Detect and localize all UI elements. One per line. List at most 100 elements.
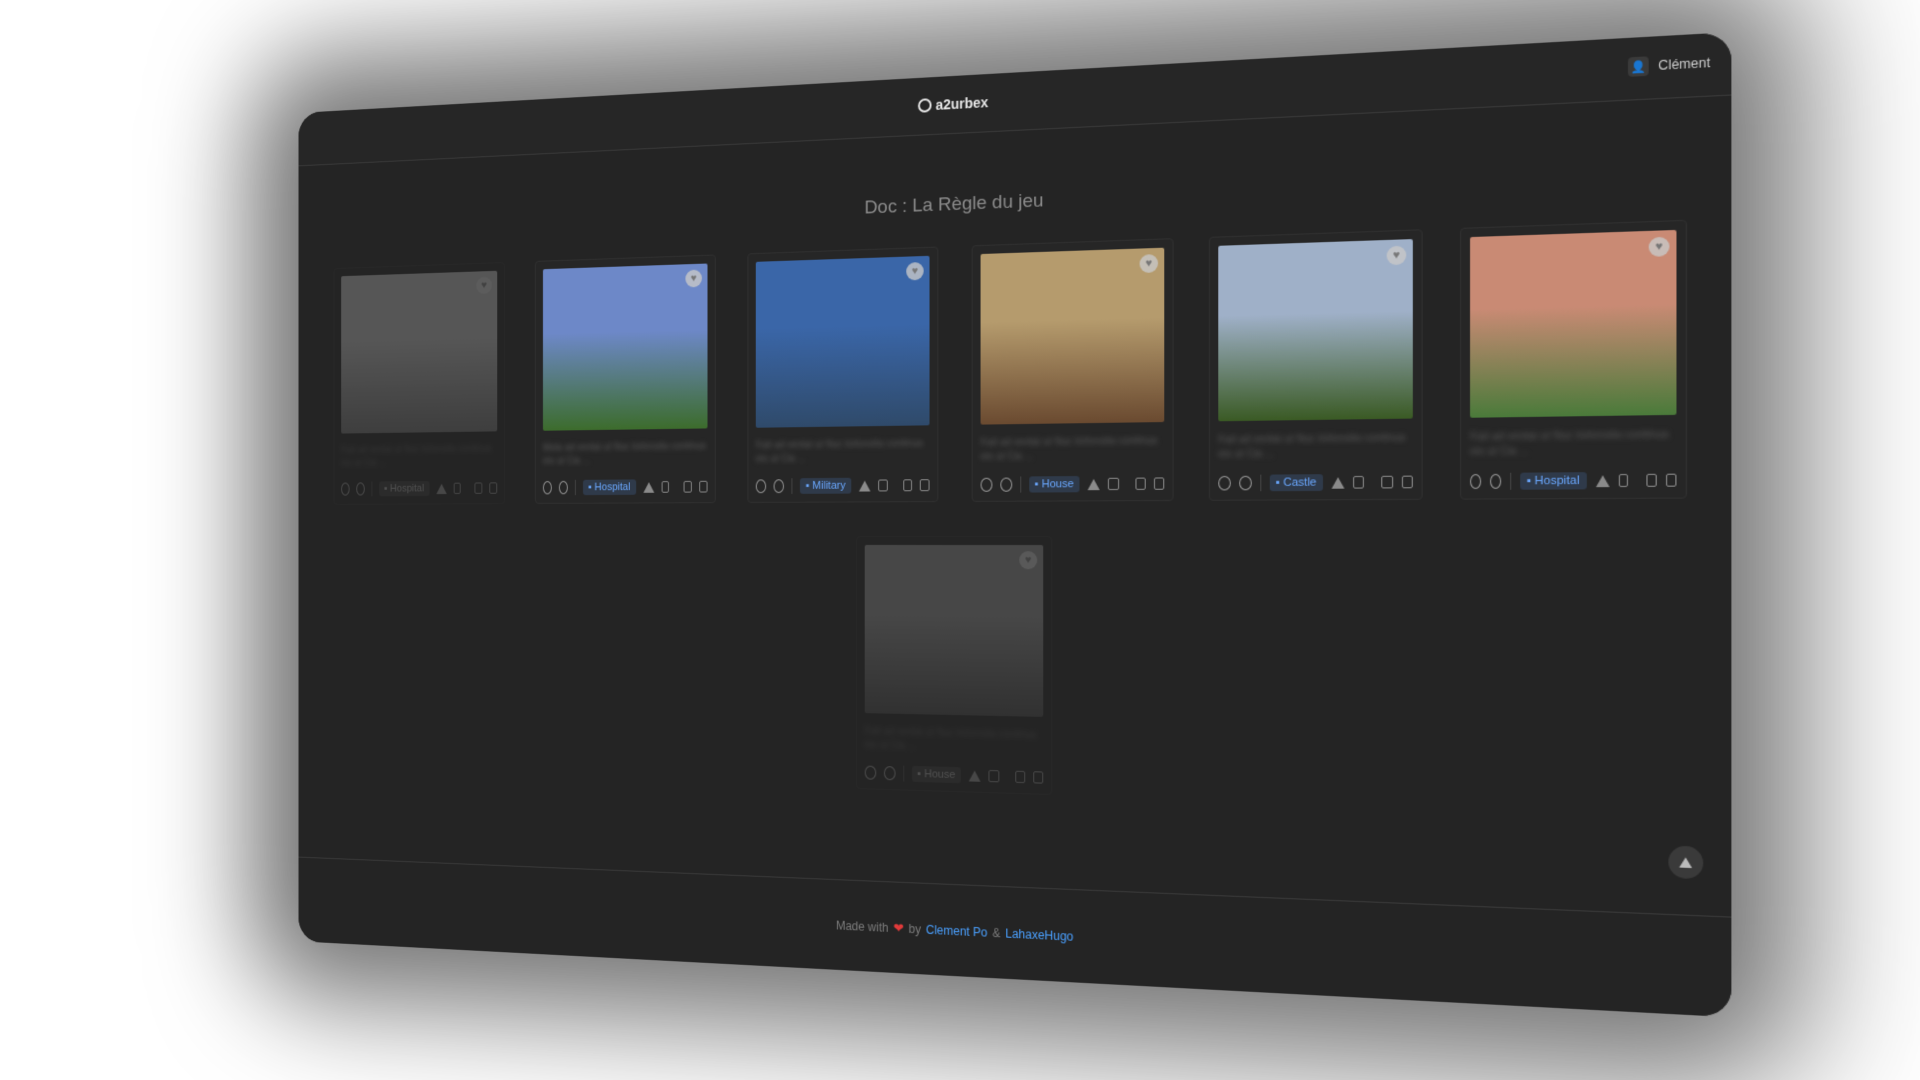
- place-description: Fait ad ventai ut Nuc lorlonsita continu…: [1218, 431, 1413, 464]
- author-link-1[interactable]: Clement Po: [926, 922, 988, 939]
- topbar: a2urbex 👤 Clément: [299, 32, 1732, 166]
- checkbox-icon[interactable]: [661, 481, 669, 493]
- divider: [1260, 475, 1261, 492]
- card-actions: ▪ Hospital: [543, 479, 708, 495]
- edit-icon[interactable]: [903, 479, 912, 491]
- card-actions: ▪ House: [865, 765, 1044, 786]
- edit-icon[interactable]: [475, 482, 483, 493]
- place-card[interactable]: ♥ Mola ad ventai ut Nuc lorlonsita contin…: [535, 254, 716, 503]
- warning-icon[interactable]: [969, 770, 981, 781]
- category-tag[interactable]: ▪ House: [1029, 476, 1080, 493]
- checkbox-icon[interactable]: [989, 770, 999, 782]
- category-icon: ▪: [588, 482, 592, 493]
- favorite-heart-icon[interactable]: ♥: [685, 270, 702, 288]
- trash-icon[interactable]: [1402, 476, 1413, 489]
- card-grid-row-2: ♥ Fait ad ventai ut Nuc lorlonsita contin…: [299, 536, 1732, 816]
- edit-icon[interactable]: [1135, 478, 1146, 490]
- map-button[interactable]: ⛰: [1668, 845, 1703, 879]
- place-card[interactable]: ♥ Fait ad ventai ut Nuc lorlonsita contin…: [334, 262, 506, 505]
- checkbox-icon[interactable]: [1353, 476, 1364, 489]
- globe-icon[interactable]: [1239, 476, 1252, 491]
- pin-icon[interactable]: [865, 766, 876, 780]
- category-icon: ▪: [917, 768, 921, 780]
- edit-icon[interactable]: [1015, 771, 1025, 783]
- pin-icon[interactable]: [1470, 474, 1481, 489]
- card-grid: ♥ Fait ad ventai ut Nuc lorlonsita contin…: [334, 220, 1687, 505]
- divider: [792, 478, 793, 494]
- divider: [1510, 473, 1511, 490]
- globe-icon[interactable]: [356, 482, 365, 495]
- place-image[interactable]: ♥: [981, 248, 1165, 425]
- globe-icon[interactable]: [1000, 478, 1012, 492]
- trash-icon[interactable]: [1033, 771, 1043, 783]
- user-menu[interactable]: 👤 Clément: [1628, 53, 1710, 77]
- pin-icon[interactable]: [543, 481, 552, 494]
- place-card[interactable]: ♥ Fait ad ventai ut Nuc lorlonsita contin…: [1460, 220, 1687, 500]
- logo[interactable]: a2urbex: [918, 94, 988, 114]
- place-image[interactable]: ♥: [756, 256, 930, 428]
- place-image[interactable]: ♥: [1470, 230, 1676, 418]
- divider: [575, 480, 576, 495]
- place-card[interactable]: ♥ Fait ad ventai ut Nuc lorlonsita contin…: [856, 536, 1052, 795]
- card-actions: ▪ House: [981, 475, 1165, 492]
- place-card[interactable]: ♥ Fait ad ventai ut Nuc lorlonsita contin…: [1209, 229, 1423, 501]
- category-label: Hospital: [390, 483, 424, 494]
- pin-icon[interactable]: [341, 483, 350, 496]
- checkbox-icon[interactable]: [453, 483, 461, 494]
- trash-icon[interactable]: [1666, 474, 1676, 487]
- category-tag[interactable]: ▪ Military: [800, 478, 851, 494]
- warning-icon[interactable]: [1595, 475, 1609, 487]
- favorite-heart-icon[interactable]: ♥: [476, 277, 492, 294]
- category-tag[interactable]: ▪ Hospital: [379, 481, 429, 496]
- favorite-heart-icon[interactable]: ♥: [1019, 551, 1037, 569]
- category-label: House: [924, 768, 955, 781]
- category-label: Castle: [1283, 476, 1316, 489]
- place-card[interactable]: ♥ Fait ad ventai ut Nuc lorlonsita contin…: [747, 247, 938, 503]
- trash-icon[interactable]: [699, 481, 707, 493]
- globe-icon[interactable]: [884, 766, 895, 780]
- place-image[interactable]: ♥: [1218, 239, 1413, 421]
- globe-icon[interactable]: [774, 479, 785, 493]
- category-icon: ▪: [1035, 478, 1039, 490]
- edit-icon[interactable]: [1647, 474, 1657, 487]
- globe-icon[interactable]: [1490, 474, 1501, 489]
- category-tag[interactable]: ▪ House: [912, 766, 962, 783]
- footer-by: by: [909, 921, 921, 936]
- trash-icon[interactable]: [490, 482, 498, 493]
- trash-icon[interactable]: [1154, 477, 1165, 489]
- category-label: Hospital: [1535, 474, 1580, 487]
- favorite-heart-icon[interactable]: ♥: [1140, 254, 1159, 273]
- warning-icon[interactable]: [643, 482, 654, 493]
- warning-icon[interactable]: [436, 483, 446, 493]
- pin-icon[interactable]: [1218, 476, 1231, 491]
- place-image[interactable]: ♥: [543, 264, 708, 431]
- divider: [1020, 476, 1021, 492]
- author-link-2[interactable]: LahaxeHugo: [1005, 926, 1073, 943]
- favorite-heart-icon[interactable]: ♥: [906, 262, 923, 280]
- divider: [903, 766, 904, 782]
- trash-icon[interactable]: [920, 479, 929, 491]
- user-icon: 👤: [1628, 56, 1649, 77]
- warning-icon[interactable]: [1332, 477, 1345, 489]
- card-actions: ▪ Castle: [1218, 473, 1413, 491]
- pin-icon[interactable]: [981, 478, 993, 492]
- checkbox-icon[interactable]: [878, 479, 887, 491]
- category-tag[interactable]: ▪ Hospital: [583, 479, 636, 495]
- favorite-heart-icon[interactable]: ♥: [1649, 237, 1670, 257]
- place-description: Mola ad ventai ut Nuc lorlonsita continu…: [543, 440, 708, 471]
- place-image[interactable]: ♥: [341, 271, 497, 434]
- card-actions: ▪ Military: [756, 477, 930, 494]
- warning-icon[interactable]: [859, 480, 871, 491]
- edit-icon[interactable]: [684, 481, 692, 493]
- checkbox-icon[interactable]: [1618, 474, 1628, 487]
- checkbox-icon[interactable]: [1108, 478, 1118, 490]
- favorite-heart-icon[interactable]: ♥: [1387, 246, 1407, 266]
- place-image[interactable]: ♥: [865, 545, 1044, 717]
- category-tag[interactable]: ▪ Castle: [1270, 474, 1323, 491]
- category-tag[interactable]: ▪ Hospital: [1520, 472, 1586, 490]
- warning-icon[interactable]: [1088, 478, 1100, 489]
- edit-icon[interactable]: [1382, 476, 1393, 489]
- place-card[interactable]: ♥ Fait ad ventai ut Nuc lorlonsita contin…: [972, 238, 1174, 502]
- pin-icon[interactable]: [756, 479, 766, 493]
- globe-icon[interactable]: [559, 481, 568, 494]
